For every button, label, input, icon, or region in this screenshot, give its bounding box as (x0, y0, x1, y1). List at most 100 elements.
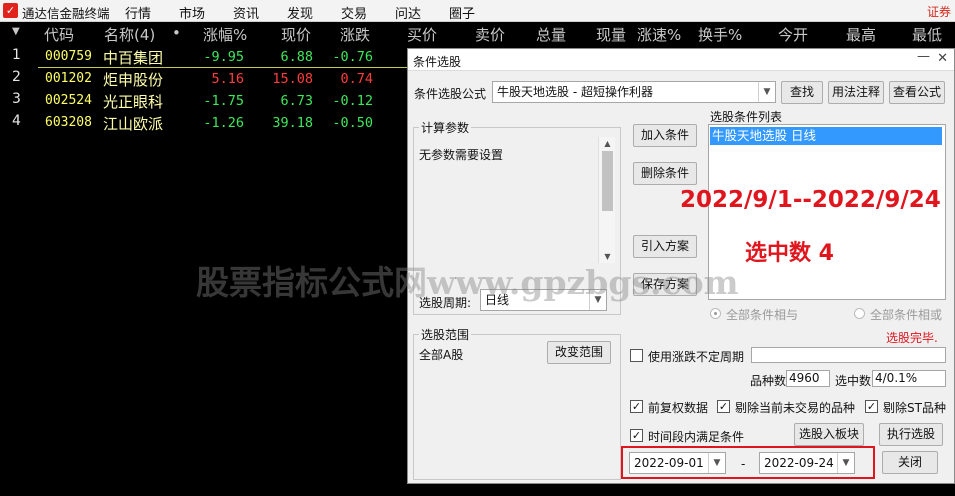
count-value: 4960 (786, 370, 830, 387)
row-index: 1 (12, 47, 21, 63)
stock-code: 603208 (45, 115, 92, 130)
fq-checkbox[interactable]: ✓ (630, 400, 643, 413)
col-header-name[interactable]: 名称(4) (104, 24, 155, 45)
scroll-thumb[interactable] (602, 151, 613, 211)
menu-quanzi[interactable]: 圈子 (449, 3, 475, 22)
radio-and-label: 全部条件相与 (726, 308, 799, 322)
col-header-low[interactable]: 最低 (912, 24, 942, 45)
use-period-label: 使用涨跌不定周期 (648, 350, 745, 364)
row-index: 2 (12, 69, 21, 85)
to-block-button[interactable]: 选股入板块 (794, 423, 864, 446)
exclude-untraded-label: 剔除当前未交易的品种 (735, 401, 856, 415)
close-icon[interactable]: ✕ (937, 51, 948, 66)
import-plan-button[interactable]: 引入方案 (633, 235, 697, 258)
usage-notes-button[interactable]: 用法注释 (828, 81, 884, 104)
menu-hangqing[interactable]: 行情 (125, 3, 151, 22)
status-done: 选股完毕. (886, 331, 938, 345)
list-item[interactable]: 牛股天地选股 日线 (710, 127, 942, 145)
menu-zixun[interactable]: 资讯 (233, 3, 259, 22)
scope-group-title: 选股范围 (419, 326, 472, 343)
exclude-untraded-checkbox[interactable]: ✓ (717, 400, 730, 413)
exclude-st-label: 剔除ST品种 (883, 401, 946, 415)
find-button[interactable]: 查找 (781, 81, 823, 104)
col-header-ask[interactable]: 卖价 (475, 24, 505, 45)
menu-jiaoyi[interactable]: 交易 (341, 3, 367, 22)
fq-label: 前复权数据 (648, 401, 709, 415)
change-scope-button[interactable]: 改变范围 (547, 341, 611, 364)
radio-and[interactable] (710, 308, 721, 319)
formula-label: 条件选股公式 (414, 87, 487, 101)
price: 15.08 (272, 71, 313, 87)
row-index: 3 (12, 91, 21, 107)
app-title: 通达信金融终端 (22, 6, 110, 21)
selected-count-annotation: 选中数 4 (745, 241, 834, 266)
stock-code: 001202 (45, 71, 92, 86)
col-header-code[interactable]: 代码 (44, 24, 74, 45)
stock-name: 江山欧派 (103, 115, 164, 133)
close-button[interactable]: 关闭 (882, 451, 938, 474)
col-header-price[interactable]: 现价 (281, 24, 311, 45)
col-header-high[interactable]: 最高 (846, 24, 876, 45)
period-input[interactable] (751, 347, 946, 363)
minimize-icon[interactable]: — (917, 49, 930, 64)
radio-or-label: 全部条件相或 (870, 308, 943, 322)
col-header-volume[interactable]: 总量 (536, 24, 566, 45)
selected-value: 4/0.1% (872, 370, 946, 387)
scroll-up-icon[interactable]: ▲ (599, 139, 616, 148)
exclude-st-checkbox[interactable]: ✓ (865, 400, 878, 413)
col-header-speed[interactable]: 涨速% (637, 24, 681, 45)
col-header-cur-vol[interactable]: 现量 (596, 24, 626, 45)
radio-or[interactable] (854, 308, 865, 319)
col-header-chg-pct[interactable]: 涨幅% (203, 24, 247, 45)
col-header-bid[interactable]: 买价 (407, 24, 437, 45)
col-header-open[interactable]: 今开 (778, 24, 808, 45)
menu-bar: ✓ 通达信金融终端 行情 市场 资讯 发现 交易 问达 圈子 证券 (0, 0, 955, 22)
watermark: 股票指标公式网www.gpzbgs.com (196, 263, 739, 302)
delete-condition-button[interactable]: 删除条件 (633, 162, 697, 185)
count-label: 品种数 (750, 374, 787, 388)
add-condition-button[interactable]: 加入条件 (633, 124, 697, 147)
sort-arrow-icon[interactable]: ▼ (12, 26, 20, 37)
chg-pct: 5.16 (211, 71, 244, 87)
use-period-checkbox[interactable] (630, 349, 643, 362)
app-logo-icon: ✓ (3, 3, 18, 18)
selected-label: 选中数 (835, 374, 872, 388)
col-header-chg[interactable]: 涨跌 (340, 24, 370, 45)
menu-zhengquan[interactable]: 证券 (927, 3, 951, 20)
stock-code: 002524 (45, 93, 92, 108)
chg: -0.12 (332, 93, 373, 109)
price: 39.18 (272, 115, 313, 131)
dialog-titlebar[interactable]: 条件选股 — ✕ (408, 49, 954, 71)
stock-name: 炬申股份 (103, 71, 164, 89)
scope-value: 全部A股 (419, 348, 464, 362)
stock-name: 光正眼科 (103, 93, 164, 111)
chg: -0.76 (332, 49, 373, 65)
chg-pct: -9.95 (203, 49, 244, 65)
col-header-turnover[interactable]: 换手% (698, 24, 742, 45)
menu-faxian[interactable]: 发现 (287, 3, 313, 22)
menu-wenda[interactable]: 问达 (395, 3, 421, 22)
period-condition-checkbox[interactable]: ✓ (630, 429, 643, 442)
price: 6.88 (280, 49, 313, 65)
date-range-annotation: 2022/9/1--2022/9/24 (680, 187, 941, 213)
stock-name: 中百集团 (103, 49, 164, 67)
formula-value: 牛股天地选股 - 超短操作利器 (497, 85, 653, 99)
params-scrollbar[interactable]: ▲ ▼ (598, 137, 615, 263)
formula-select[interactable]: 牛股天地选股 - 超短操作利器 ▼ (492, 81, 776, 103)
chg: -0.50 (332, 115, 373, 131)
date-range-highlight (621, 446, 875, 479)
dialog-title: 条件选股 (413, 55, 462, 69)
execute-button[interactable]: 执行选股 (879, 423, 943, 446)
menu-shichang[interactable]: 市场 (179, 3, 205, 22)
col-header-dot: • (172, 24, 181, 42)
condition-list-label: 选股条件列表 (710, 110, 783, 124)
params-text: 无参数需要设置 (419, 148, 504, 162)
row-index: 4 (12, 113, 21, 129)
params-group-title: 计算参数 (419, 119, 472, 136)
chg: 0.74 (340, 71, 373, 87)
chg-pct: -1.26 (203, 115, 244, 131)
chevron-down-icon[interactable]: ▼ (758, 82, 775, 102)
chg-pct: -1.75 (203, 93, 244, 109)
stock-code: 000759 (45, 49, 92, 64)
view-formula-button[interactable]: 查看公式 (889, 81, 945, 104)
